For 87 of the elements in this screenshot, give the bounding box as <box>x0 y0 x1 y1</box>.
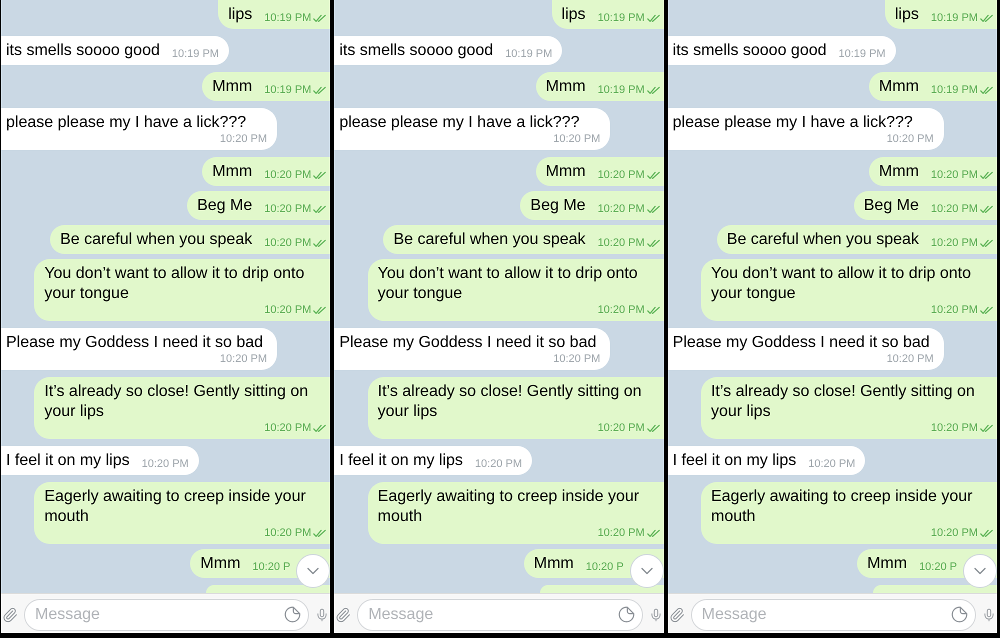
message-time: 10:20 P <box>252 561 290 574</box>
message-text: I feel it on my lips <box>339 451 463 471</box>
paperclip-icon[interactable] <box>335 606 352 624</box>
message-text: Mmm <box>546 162 586 182</box>
message-time: 10:20 PM <box>930 237 978 250</box>
message-time: 10:20 PM <box>598 169 645 182</box>
sticker-icon[interactable] <box>618 606 635 623</box>
message-time: 10:19 PM <box>598 84 645 97</box>
message-text: Mmm <box>878 162 919 182</box>
message-text: its smells soooo good <box>6 41 160 61</box>
message-time: 10:20 PM <box>264 169 312 182</box>
message-text: Mmm <box>546 77 586 97</box>
message-text: Mmm <box>212 77 252 97</box>
message-text: lips <box>228 5 252 25</box>
message-time: 10:20 PM <box>598 527 645 540</box>
message-text: Beg Me <box>864 196 919 216</box>
message-text: Beg Me <box>197 196 252 216</box>
message-text: Please my Goddess I need it so bad <box>672 333 930 353</box>
message-text: I feel it on my lips <box>672 451 796 471</box>
message-text: Beg Me <box>530 196 586 216</box>
message-time: 10:20 PM <box>553 133 600 146</box>
message-time: 10:20 PM <box>930 203 978 216</box>
message-time: 10:19 PM <box>838 48 886 61</box>
message-time: 10:20 PM <box>598 237 645 250</box>
sticker-icon[interactable] <box>950 606 968 623</box>
message-time: 10:19 PM <box>172 48 219 61</box>
message-input[interactable]: Message <box>357 599 643 631</box>
message-text: Mmm <box>200 554 240 574</box>
message-time: 10:20 PM <box>930 527 978 540</box>
message-text: its smells soooo good <box>339 41 494 61</box>
message-text: Please my Goddess I need it so bad <box>339 333 596 353</box>
message-time: 10:20 PM <box>220 353 267 366</box>
message-text: You don’t want to allow it to drip onto your tongue <box>710 264 972 304</box>
message-time: 10:20 PM <box>598 422 645 435</box>
message-time: 10:20 PM <box>474 458 522 471</box>
message-text: You don’t want to allow it to drip onto your tongue <box>44 264 306 304</box>
message-text: You don’t want to allow it to drip onto your tongue <box>378 264 639 304</box>
message-text: Mmm <box>867 554 908 574</box>
message-text: It’s already so close! Gently sitting on your lips <box>44 382 310 422</box>
message-time: 10:19 PM <box>930 84 978 97</box>
sticker-icon[interactable] <box>284 606 302 623</box>
message-time: 10:20 P <box>586 561 624 574</box>
message-time: 10:20 PM <box>142 458 189 471</box>
message-time: 10:20 PM <box>553 353 600 366</box>
message-text: lips <box>894 5 919 25</box>
message-time: 10:20 PM <box>930 169 978 182</box>
message-time: 10:19 PM <box>930 12 978 25</box>
message-time: 10:20 PM <box>220 133 267 146</box>
message-time: 10:19 PM <box>598 12 645 25</box>
message-text: please please my I have a lick??? <box>672 113 913 133</box>
message-text: Mmm <box>212 162 252 182</box>
message-text: It’s already so close! Gently sitting on your lips <box>378 382 642 422</box>
message-text: Eagerly awaiting to creep inside your mouth <box>44 487 307 527</box>
message-text: It’s already so close! Gently sitting on your lips <box>710 382 976 422</box>
message-text: please please my I have a lick??? <box>339 113 580 133</box>
message-text: Be careful when you speak <box>726 230 919 250</box>
message-time: 10:19 PM <box>264 12 312 25</box>
message-time: 10:20 PM <box>264 422 312 435</box>
message-text: please please my I have a lick??? <box>6 113 246 133</box>
message-time: 10:20 P <box>919 561 957 574</box>
message-time: 10:20 PM <box>264 237 312 250</box>
message-text: Eagerly awaiting to creep inside your mouth <box>378 487 640 527</box>
message-text: its smells soooo good <box>672 41 827 61</box>
message-time: 10:20 PM <box>808 458 856 471</box>
message-text: Be careful when you speak <box>393 230 586 250</box>
paperclip-icon[interactable] <box>668 606 685 624</box>
message-text: lips <box>562 5 586 25</box>
message-time: 10:20 PM <box>886 353 934 366</box>
message-input[interactable]: Message <box>24 599 310 631</box>
message-text: Be careful when you speak <box>60 230 252 250</box>
message-text: Mmm <box>534 554 574 574</box>
paperclip-icon[interactable] <box>2 606 18 624</box>
message-time: 10:20 PM <box>264 527 312 540</box>
message-text: Mmm <box>878 77 919 97</box>
message-time: 10:20 PM <box>886 133 934 146</box>
message-text: Please my Goddess I need it so bad <box>6 333 264 353</box>
message-time: 10:20 PM <box>930 422 978 435</box>
message-time: 10:20 PM <box>930 304 978 317</box>
message-time: 10:19 PM <box>505 48 552 61</box>
message-time: 10:20 PM <box>264 203 312 216</box>
message-input[interactable]: Message <box>690 599 976 631</box>
message-time: 10:20 PM <box>264 304 312 317</box>
message-text: Eagerly awaiting to creep inside your mouth <box>710 487 974 527</box>
message-text: I feel it on my lips <box>6 451 130 471</box>
message-time: 10:19 PM <box>264 84 312 97</box>
message-time: 10:20 PM <box>598 304 645 317</box>
message-time: 10:20 PM <box>598 203 645 216</box>
